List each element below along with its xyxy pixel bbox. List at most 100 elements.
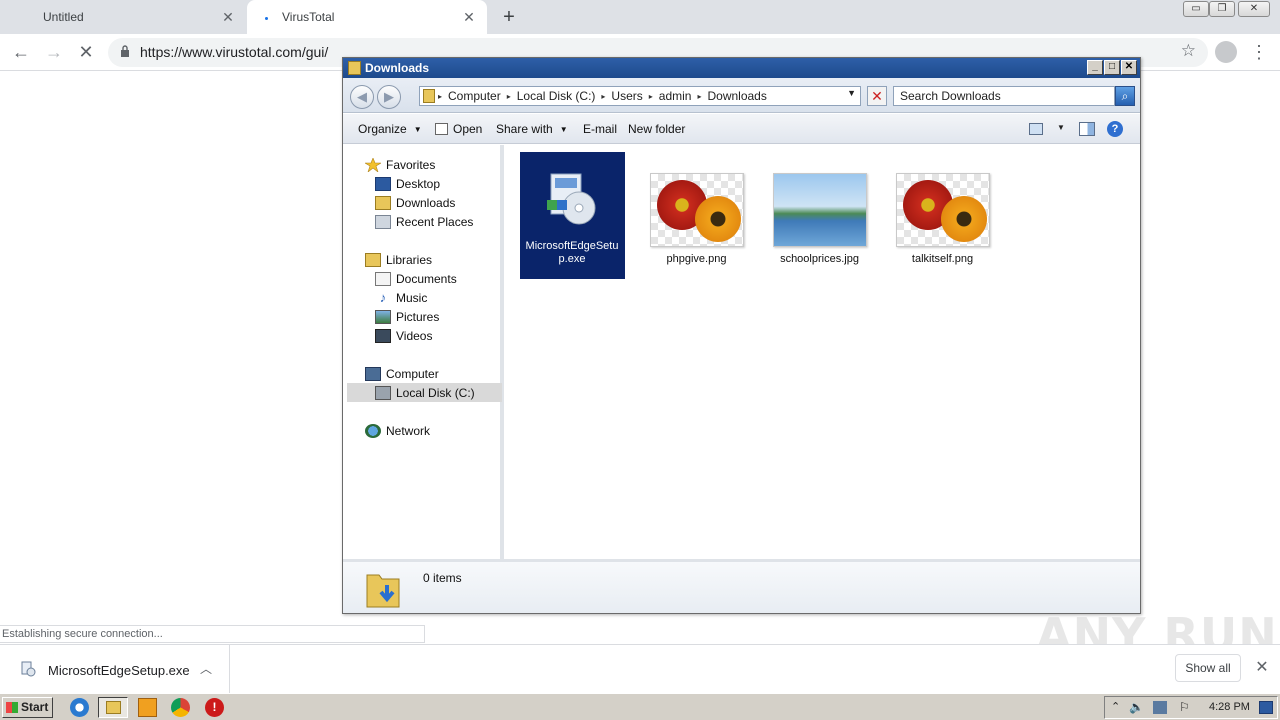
windows-logo-icon bbox=[6, 702, 18, 713]
file-item[interactable]: schoolprices.jpg bbox=[767, 173, 872, 266]
help-icon[interactable]: ? bbox=[1107, 121, 1123, 137]
downloads-folder-icon bbox=[366, 574, 400, 608]
explorer-address-bar: ◀ ▶ ▸ Computer ▸ Local Disk (C:) ▸ Users ▸ a… bbox=[343, 78, 1140, 113]
nav-documents[interactable]: Documents bbox=[375, 269, 457, 288]
breadcrumb[interactable]: ▸ Computer ▸ Local Disk (C:) ▸ Users ▸ admin… bbox=[419, 86, 861, 106]
nav-favorites[interactable]: Favorites bbox=[365, 155, 435, 174]
explorer-window: Downloads _ □ ✕ ◀ ▶ ▸ Computer ▸ Local Dis… bbox=[342, 57, 1141, 614]
new-tab-button[interactable]: + bbox=[498, 6, 520, 28]
status-bubble: Establishing secure connection... bbox=[0, 625, 425, 643]
nav-videos[interactable]: Videos bbox=[375, 326, 432, 345]
forward-icon[interactable]: → bbox=[42, 40, 66, 64]
file-name: MicrosoftEdgeSetup.exe bbox=[525, 240, 619, 265]
explorer-taskbar-button[interactable] bbox=[98, 697, 128, 718]
folder-icon bbox=[423, 89, 435, 103]
window-title-bar[interactable]: Downloads _ □ ✕ bbox=[343, 58, 1140, 78]
file-name: schoolprices.jpg bbox=[780, 253, 859, 265]
minimize-button[interactable]: _ bbox=[1087, 60, 1103, 75]
nav-network[interactable]: Network bbox=[365, 421, 430, 440]
libraries-icon bbox=[365, 252, 381, 267]
back-icon[interactable]: ◀ bbox=[350, 85, 374, 109]
chevron-down-icon[interactable]: ▼ bbox=[847, 88, 856, 98]
close-window-button[interactable]: ✕ bbox=[1238, 1, 1270, 17]
organize-button[interactable]: Organize ▼ bbox=[358, 122, 422, 136]
network-status-icon[interactable] bbox=[1153, 701, 1167, 714]
breadcrumb-item[interactable]: ▸ Local Disk (C:) bbox=[507, 89, 596, 103]
search-icon[interactable]: ⌕ bbox=[1115, 86, 1135, 106]
chevron-up-icon[interactable]: ⌃ bbox=[1111, 700, 1120, 713]
restore-button[interactable]: ❐ bbox=[1209, 1, 1235, 17]
maximize-button[interactable]: □ bbox=[1104, 60, 1120, 75]
start-button[interactable]: Start bbox=[2, 697, 53, 718]
breadcrumb-item[interactable]: ▸ Users bbox=[601, 89, 642, 103]
nav-libraries[interactable]: Libraries bbox=[365, 250, 432, 269]
image-thumbnail-icon bbox=[895, 173, 990, 247]
tab-untitled[interactable]: Untitled ✕ bbox=[0, 0, 246, 34]
file-name: talkitself.png bbox=[911, 253, 974, 265]
clock[interactable]: 4:28 PM bbox=[1209, 701, 1250, 713]
documents-icon bbox=[375, 271, 391, 286]
chrome-icon[interactable] bbox=[171, 698, 190, 717]
close-tab-icon[interactable]: ✕ bbox=[220, 9, 236, 25]
refresh-stop-icon[interactable]: ✕ bbox=[867, 86, 887, 106]
action-center-flag-icon[interactable]: ⚐ bbox=[1179, 700, 1190, 714]
nav-music[interactable]: ♪ Music bbox=[375, 288, 428, 307]
close-button[interactable]: ✕ bbox=[1121, 60, 1137, 75]
internet-explorer-icon[interactable] bbox=[70, 698, 89, 717]
share-with-button[interactable]: Share with ▼ bbox=[496, 122, 568, 136]
open-icon bbox=[435, 123, 448, 135]
preview-pane-icon[interactable] bbox=[1079, 122, 1095, 136]
nav-local-disk[interactable]: Local Disk (C:) bbox=[347, 383, 502, 402]
breadcrumb-item[interactable]: ▸ Computer bbox=[438, 89, 501, 103]
tab-title: VirusTotal bbox=[282, 10, 335, 24]
nav-computer[interactable]: Computer bbox=[365, 364, 439, 383]
download-shelf: MicrosoftEdgeSetup.exe ︿ Show all ✕ bbox=[0, 644, 1280, 693]
file-item[interactable]: MicrosoftEdgeSetup.exe bbox=[520, 152, 625, 279]
tab-title: Untitled bbox=[43, 10, 84, 24]
security-alert-icon[interactable]: ! bbox=[205, 698, 224, 717]
minimize-button[interactable]: ▭ bbox=[1183, 1, 1209, 17]
file-list: MicrosoftEdgeSetup.exe phpgive.png schoo… bbox=[508, 145, 1140, 559]
menu-icon[interactable]: ⋮ bbox=[1250, 41, 1268, 63]
change-view-icon[interactable] bbox=[1029, 123, 1043, 135]
folder-icon bbox=[106, 701, 121, 714]
recent-places-icon bbox=[375, 214, 391, 229]
url-text: https://www.virustotal.com/gui/ bbox=[140, 44, 329, 60]
forward-icon[interactable]: ▶ bbox=[377, 85, 401, 109]
details-pane: 0 items bbox=[343, 559, 1140, 613]
show-desktop-icon[interactable] bbox=[1259, 701, 1273, 714]
media-player-icon[interactable] bbox=[138, 698, 157, 717]
chevron-down-icon[interactable]: ▼ bbox=[1057, 123, 1065, 132]
installer-icon bbox=[21, 661, 36, 677]
file-item[interactable]: talkitself.png bbox=[890, 173, 995, 266]
folder-icon bbox=[348, 61, 361, 75]
back-icon[interactable]: ← bbox=[9, 40, 33, 64]
close-icon[interactable]: ✕ bbox=[1252, 658, 1272, 678]
close-tab-icon[interactable]: ✕ bbox=[461, 9, 477, 25]
star-icon bbox=[365, 157, 381, 172]
download-item[interactable]: MicrosoftEdgeSetup.exe ︿ bbox=[0, 645, 230, 693]
nav-recent-places[interactable]: Recent Places bbox=[375, 212, 473, 231]
pictures-icon bbox=[375, 309, 391, 324]
show-all-button[interactable]: Show all bbox=[1175, 654, 1241, 682]
taskbar: Start ! ⌃ 🔈 ⚐ 4:28 PM bbox=[0, 693, 1280, 720]
open-button[interactable]: Open bbox=[435, 122, 482, 136]
volume-icon[interactable]: 🔈 bbox=[1129, 700, 1144, 714]
email-button[interactable]: E-mail bbox=[583, 122, 617, 136]
command-bar: Organize ▼ Open Share with ▼ E-mail New fo… bbox=[343, 114, 1140, 144]
search-input[interactable]: Search Downloads bbox=[893, 86, 1115, 106]
image-thumbnail-icon bbox=[649, 173, 744, 247]
nav-desktop[interactable]: Desktop bbox=[375, 174, 440, 193]
breadcrumb-item[interactable]: ▸ admin bbox=[649, 89, 692, 103]
tab-virustotal[interactable]: VirusTotal ✕ bbox=[247, 0, 487, 34]
new-folder-button[interactable]: New folder bbox=[628, 122, 685, 136]
chevron-up-icon[interactable]: ︿ bbox=[200, 660, 212, 677]
drive-icon bbox=[375, 385, 391, 400]
profile-avatar-icon[interactable] bbox=[1215, 41, 1237, 63]
nav-downloads[interactable]: Downloads bbox=[375, 193, 455, 212]
breadcrumb-item[interactable]: ▸ Downloads bbox=[697, 89, 766, 103]
nav-pictures[interactable]: Pictures bbox=[375, 307, 439, 326]
stop-loading-icon[interactable]: ✕ bbox=[74, 40, 98, 64]
bookmark-star-icon[interactable]: ☆ bbox=[1181, 41, 1196, 61]
file-item[interactable]: phpgive.png bbox=[644, 173, 749, 266]
